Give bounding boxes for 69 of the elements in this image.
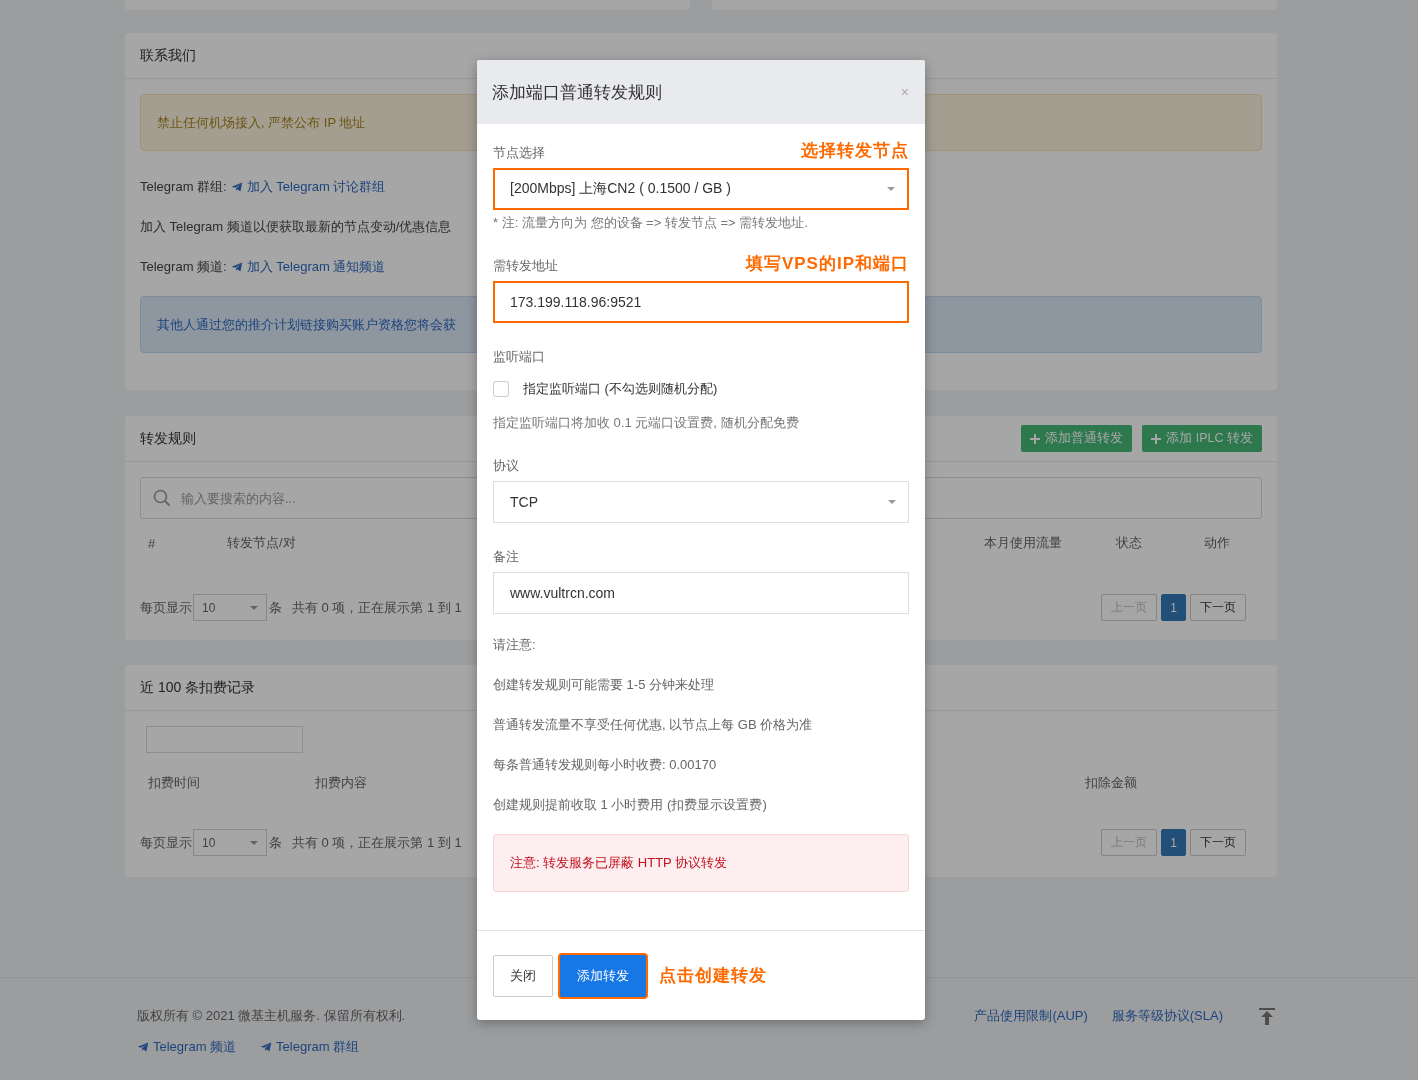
column-header: 本月使用流量 (984, 534, 1063, 552)
caret-icon (888, 500, 896, 504)
column-header: # (148, 535, 157, 551)
checkbox[interactable] (493, 381, 509, 397)
field-label: 需转发地址 (493, 257, 558, 275)
paper-plane-icon (230, 181, 243, 193)
page-button[interactable]: 1 (1161, 594, 1186, 621)
unit-label: 条 (269, 598, 282, 617)
column-header: 扣除金额 (1085, 774, 1138, 792)
page-button[interactable]: 1 (1161, 829, 1186, 856)
annotation-text: 填写VPS的IP和端口 (745, 253, 909, 275)
column-header: 状态 (1116, 534, 1143, 552)
caret-icon (250, 840, 258, 845)
per-page-label: 每页显示 (140, 598, 192, 617)
date-field[interactable] (146, 726, 303, 753)
field-label: 协议 (493, 457, 519, 475)
telegram-link[interactable]: Telegram 群组 (260, 1038, 360, 1056)
notes-title: 请注意: (493, 636, 537, 654)
dialog-button[interactable]: 关闭 (493, 954, 553, 997)
paper-plane-icon (137, 1041, 149, 1053)
channel-note: 加入 Telegram 频道以便获取最新的节点变动/优惠信息 (140, 218, 452, 236)
back-to-top-icon[interactable] (1257, 1006, 1277, 1026)
input-field[interactable]: 173.199.118.96:9521 (493, 281, 909, 323)
dialog-button[interactable]: 添加转发 (560, 954, 646, 997)
per-page-label: 每页显示 (140, 833, 192, 852)
next-page-button[interactable]: 下一页 (1190, 594, 1246, 621)
label-text: Telegram 频道: (140, 258, 227, 276)
add-rule-button[interactable]: 添加普通转发 (1021, 425, 1133, 452)
plus-icon (1151, 433, 1162, 444)
telegram-link[interactable]: Telegram 频道 (137, 1038, 237, 1056)
note-text: 创建转发规则可能需要 1-5 分钟来处理 (493, 676, 715, 694)
paper-plane-icon (260, 1041, 273, 1053)
hint-text: 指定监听端口将加收 0.1 元端口设置费, 随机分配免费 (493, 414, 800, 432)
label-text: Telegram 群组: (140, 178, 227, 196)
caret-icon (887, 187, 895, 191)
page-size-select[interactable]: 10 (193, 829, 267, 856)
footer-link[interactable]: 服务等级协议(SLA) (1111, 1007, 1223, 1025)
caret-icon (250, 605, 258, 610)
panel-title: 近 100 条扣费记录 (140, 678, 256, 697)
checkbox-label: 指定监听端口 (不勾选则随机分配) (523, 380, 718, 398)
note-text: 创建规则提前收取 1 小时费用 (扣费显示设置费) (493, 796, 768, 814)
column-header: 扣费内容 (315, 774, 368, 792)
summary-text: 共有 0 项，正在展示第 1 到 1 (292, 598, 462, 617)
summary-text: 共有 0 项，正在展示第 1 到 1 (292, 833, 462, 852)
select-field[interactable]: TCP (493, 481, 909, 523)
panel-title: 转发规则 (140, 429, 196, 448)
note-text: 每条普通转发规则每小时收费: 0.00170 (493, 756, 718, 774)
panel-title: 联系我们 (140, 46, 196, 65)
column-header: 动作 (1204, 534, 1231, 552)
footer-link[interactable]: 产品使用限制(AUP) (974, 1007, 1088, 1025)
column-header: 扣费时间 (148, 774, 201, 792)
select-field[interactable]: [200Mbps] 上海CN2 ( 0.1500 / GB ) (493, 168, 909, 210)
add-rule-button[interactable]: 添加 IPLC 转发 (1142, 425, 1262, 452)
next-page-button[interactable]: 下一页 (1190, 829, 1246, 856)
page-size-select[interactable]: 10 (193, 594, 267, 621)
unit-label: 条 (269, 833, 282, 852)
plus-icon (1030, 433, 1041, 444)
copyright-text: 版权所有 © 2021 微基主机服务. 保留所有权利. (137, 1007, 406, 1025)
note-text: 普通转发流量不享受任何优惠, 以节点上每 GB 价格为准 (493, 716, 814, 734)
telegram-group-link[interactable]: 加入 Telegram 讨论群组 (230, 178, 386, 196)
annotation-text: 点击创建转发 (659, 965, 767, 987)
search-icon (153, 489, 171, 507)
danger-alert: 注意: 转发服务已屏蔽 HTTP 协议转发 (493, 834, 909, 892)
paper-plane-icon (230, 261, 243, 273)
telegram-channel-link[interactable]: 加入 Telegram 通知频道 (230, 258, 386, 276)
input-field[interactable]: www.vultrcn.com (493, 572, 909, 614)
column-header: 转发节点/对 (227, 534, 297, 552)
field-label: 备注 (493, 548, 519, 566)
hint-text: * 注: 流量方向为 您的设备 => 转发节点 => 需转发地址. (493, 214, 809, 232)
